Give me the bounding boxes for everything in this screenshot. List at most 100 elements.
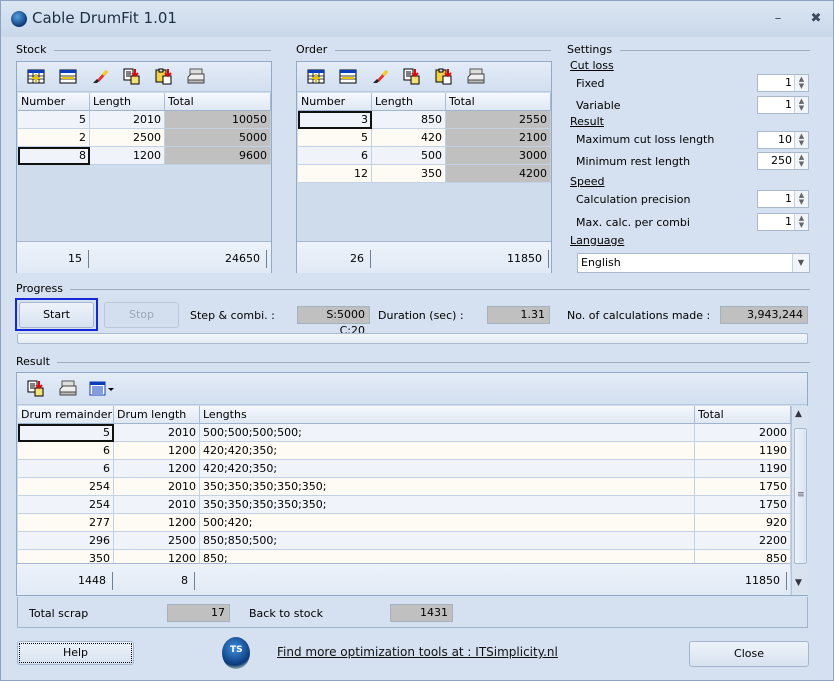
cell-drum_length[interactable]: 2010: [114, 478, 200, 496]
cell-drum_length[interactable]: 2010: [114, 496, 200, 514]
cell-number[interactable]: 3: [298, 111, 372, 129]
cell-total[interactable]: 9600: [165, 147, 271, 165]
paste-icon[interactable]: [155, 68, 173, 85]
cell-total[interactable]: 3000: [446, 147, 551, 165]
spinner-arrows-icon[interactable]: ▲ ▼: [794, 191, 808, 207]
cell-total[interactable]: 1190: [695, 442, 791, 460]
table-row[interactable]: 296 2500 850;850;500; 2200: [18, 532, 791, 550]
cell-lengths[interactable]: 350;350;350;350;350;: [200, 496, 695, 514]
col-total[interactable]: Total: [165, 93, 271, 111]
cell-total[interactable]: 2100: [446, 129, 551, 147]
col-number[interactable]: Number: [298, 93, 372, 111]
clear-icon[interactable]: [371, 68, 389, 85]
cell-number[interactable]: 2: [18, 129, 90, 147]
result-scrollbar[interactable]: ▲ ≡ ▼: [791, 406, 808, 595]
help-button[interactable]: Help: [17, 641, 134, 665]
table-row[interactable]: 12 350 4200: [298, 165, 551, 183]
close-icon[interactable]: ✖: [806, 11, 826, 27]
max-cut-loss-spinner[interactable]: 10 ▲ ▼: [757, 131, 809, 149]
scroll-up-icon[interactable]: ▲: [795, 409, 802, 419]
table-row[interactable]: 254 2010 350;350;350;350;350; 1750: [18, 478, 791, 496]
col-length[interactable]: Length: [372, 93, 446, 111]
cell-remainder[interactable]: 6: [18, 460, 114, 478]
table-row[interactable]: 3 850 2550: [298, 111, 551, 129]
cell-total[interactable]: 2200: [695, 532, 791, 550]
clear-icon[interactable]: [91, 68, 109, 85]
table-row[interactable]: 8 1200 9600: [18, 147, 271, 165]
chevron-down-icon[interactable]: ▼: [792, 254, 809, 272]
cell-remainder[interactable]: 254: [18, 496, 114, 514]
cell-number[interactable]: 12: [298, 165, 372, 183]
cell-total[interactable]: 5000: [165, 129, 271, 147]
print-icon[interactable]: [187, 68, 205, 85]
cell-number[interactable]: 5: [18, 111, 90, 129]
col-drum-length[interactable]: Drum length: [114, 406, 200, 424]
cell-drum_length[interactable]: 1200: [114, 442, 200, 460]
paste-icon[interactable]: [435, 68, 453, 85]
col-length[interactable]: Length: [90, 93, 165, 111]
cell-remainder[interactable]: 5: [18, 424, 114, 442]
cell-drum_length[interactable]: 1200: [114, 460, 200, 478]
cell-lengths[interactable]: 420;420;350;: [200, 460, 695, 478]
col-lengths[interactable]: Lengths: [200, 406, 695, 424]
spinner-arrows-icon[interactable]: ▲ ▼: [794, 75, 808, 91]
col-drum-remainder[interactable]: Drum remainder: [18, 406, 114, 424]
cell-length[interactable]: 420: [372, 129, 446, 147]
cell-length[interactable]: 2500: [90, 129, 165, 147]
spinner-arrows-icon[interactable]: ▲ ▼: [794, 153, 808, 169]
cell-drum_length[interactable]: 1200: [114, 514, 200, 532]
cell-remainder[interactable]: 296: [18, 532, 114, 550]
cell-total[interactable]: 2000: [695, 424, 791, 442]
insert-row-icon[interactable]: [27, 68, 45, 85]
cell-total[interactable]: 4200: [446, 165, 551, 183]
cell-lengths[interactable]: 500;420;: [200, 514, 695, 532]
cell-number[interactable]: 8: [18, 147, 90, 165]
table-row[interactable]: 5 2010 10050: [18, 111, 271, 129]
cell-remainder[interactable]: 6: [18, 442, 114, 460]
cell-lengths[interactable]: 420;420;350;: [200, 442, 695, 460]
col-total[interactable]: Total: [695, 406, 791, 424]
cell-total[interactable]: 10050: [165, 111, 271, 129]
stop-button[interactable]: Stop: [104, 302, 179, 328]
cell-number[interactable]: 5: [298, 129, 372, 147]
table-row[interactable]: 277 1200 500;420; 920: [18, 514, 791, 532]
cell-remainder[interactable]: 254: [18, 478, 114, 496]
table-row[interactable]: 254 2010 350;350;350;350;350; 1750: [18, 496, 791, 514]
spinner-arrows-icon[interactable]: ▲ ▼: [794, 214, 808, 230]
fixed-spinner[interactable]: 1 ▲ ▼: [757, 74, 809, 92]
cell-remainder[interactable]: 277: [18, 514, 114, 532]
cell-length[interactable]: 2010: [90, 111, 165, 129]
variable-spinner[interactable]: 1 ▲ ▼: [757, 96, 809, 114]
print-icon[interactable]: [59, 380, 77, 397]
cell-number[interactable]: 6: [298, 147, 372, 165]
cell-length[interactable]: 500: [372, 147, 446, 165]
scroll-down-icon[interactable]: ▼: [795, 578, 802, 588]
delete-row-icon[interactable]: [339, 68, 357, 85]
print-icon[interactable]: [467, 68, 485, 85]
table-row[interactable]: 6 1200 420;420;350; 1190: [18, 460, 791, 478]
table-row[interactable]: 6 500 3000: [298, 147, 551, 165]
min-rest-spinner[interactable]: 250 ▲ ▼: [757, 152, 809, 170]
cell-total[interactable]: 2550: [446, 111, 551, 129]
export-icon[interactable]: [27, 380, 45, 397]
cell-total[interactable]: 1750: [695, 496, 791, 514]
cell-lengths[interactable]: 850;850;500;: [200, 532, 695, 550]
spinner-arrows-icon[interactable]: ▲ ▼: [794, 132, 808, 148]
minimize-icon[interactable]: –: [768, 11, 788, 27]
table-row[interactable]: 6 1200 420;420;350; 1190: [18, 442, 791, 460]
columns-menu-icon[interactable]: [89, 380, 115, 397]
delete-row-icon[interactable]: [59, 68, 77, 85]
cell-drum_length[interactable]: 2500: [114, 532, 200, 550]
start-button[interactable]: Start: [19, 302, 94, 328]
insert-row-icon[interactable]: [307, 68, 325, 85]
cell-length[interactable]: 850: [372, 111, 446, 129]
cell-lengths[interactable]: 350;350;350;350;350;: [200, 478, 695, 496]
cell-total[interactable]: 920: [695, 514, 791, 532]
language-select[interactable]: English ▼: [577, 253, 810, 273]
col-number[interactable]: Number: [18, 93, 90, 111]
cell-lengths[interactable]: 500;500;500;500;: [200, 424, 695, 442]
max-calc-spinner[interactable]: 1 ▲ ▼: [757, 213, 809, 231]
table-row[interactable]: 2 2500 5000: [18, 129, 271, 147]
spinner-arrows-icon[interactable]: ▲ ▼: [794, 97, 808, 113]
scrollbar-thumb[interactable]: ≡: [794, 428, 807, 564]
